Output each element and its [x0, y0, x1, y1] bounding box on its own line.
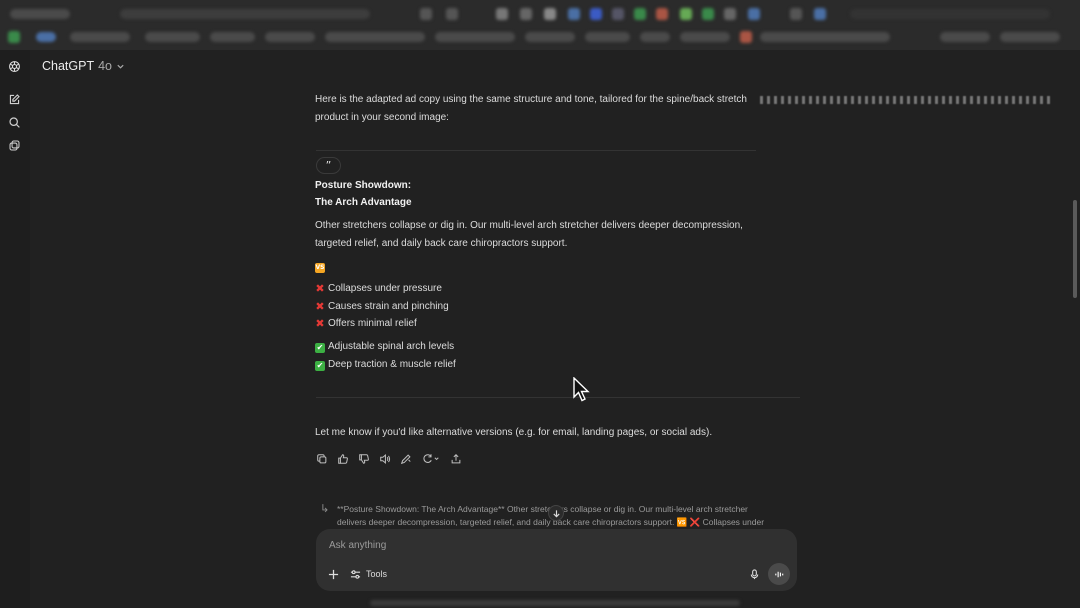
- vs-emoji-icon: VS: [315, 263, 325, 273]
- thumbs-up-icon[interactable]: [336, 452, 350, 466]
- pros-list: ✔ Adjustable spinal arch levels ✔ Deep tra…: [315, 338, 456, 373]
- read-aloud-icon[interactable]: [378, 452, 392, 466]
- arrow-down-icon: [552, 509, 560, 517]
- composer: Tools: [316, 529, 797, 591]
- list-item-text: Adjustable spinal arch levels: [328, 341, 455, 352]
- divider: [316, 397, 800, 398]
- browser-tab-bar: [0, 4, 1080, 24]
- closing-text: Let me know if you'd like alternative ve…: [315, 427, 713, 438]
- vs-line: VS: [315, 257, 328, 275]
- browser-chrome: [0, 0, 1080, 50]
- footer-disclaimer: [370, 600, 740, 606]
- ad-body: Other stretchers collapse or dig in. Our…: [315, 217, 775, 252]
- chevron-down-icon: [117, 64, 124, 69]
- new-chat-icon[interactable]: [7, 92, 22, 107]
- list-item: ✖ Offers minimal relief: [315, 315, 449, 333]
- intro-line-2: product in your second image:: [315, 111, 449, 123]
- headline-1: Posture Showdown:: [315, 180, 412, 191]
- reply-arrow-icon: ↳: [320, 502, 330, 515]
- suggestion-line-1: **Posture Showdown: The Arch Advantage**…: [337, 504, 748, 514]
- ad-body-line-2: targeted relief, and daily back care chi…: [315, 237, 568, 249]
- list-item-text: Causes strain and pinching: [328, 300, 449, 312]
- model-selector[interactable]: ChatGPT 4o: [42, 59, 125, 73]
- edit-icon[interactable]: [399, 452, 413, 466]
- cross-mark-icon: ✖: [315, 317, 325, 330]
- voice-mode-button[interactable]: [768, 563, 790, 585]
- list-item-text: Deep traction & muscle relief: [328, 358, 456, 370]
- intro-truncated-text: [760, 96, 1050, 104]
- list-item: ✔ Adjustable spinal arch levels: [315, 338, 456, 356]
- list-item-text: Collapses under pressure: [328, 283, 442, 294]
- check-mark-icon: ✔: [315, 360, 325, 371]
- microphone-icon: [750, 568, 758, 579]
- add-attachment-button[interactable]: [326, 567, 340, 581]
- thumbs-down-icon[interactable]: [357, 452, 371, 466]
- model-name: ChatGPT: [42, 59, 95, 73]
- sidebar: [0, 50, 30, 608]
- scroll-to-bottom-button[interactable]: [548, 505, 564, 521]
- divider: [316, 150, 756, 151]
- cross-mark-icon: ✖: [315, 282, 325, 295]
- tools-label: Tools: [366, 569, 388, 579]
- plus-icon: [328, 569, 338, 579]
- quoted-suggestion[interactable]: **Posture Showdown: The Arch Advantage**…: [337, 503, 797, 529]
- library-icon[interactable]: [7, 138, 22, 153]
- list-item: ✖ Collapses under pressure: [315, 280, 449, 298]
- copy-icon[interactable]: [315, 452, 329, 466]
- message-actions: [315, 452, 463, 466]
- tools-button[interactable]: Tools: [350, 567, 387, 581]
- share-icon[interactable]: [449, 452, 463, 466]
- suggestion-line-2: delivers deeper decompression, targeted …: [337, 517, 765, 527]
- quote-icon: ”: [316, 157, 341, 174]
- search-icon[interactable]: [7, 115, 22, 130]
- chatgpt-logo-icon[interactable]: [7, 59, 22, 74]
- chat-input[interactable]: [329, 540, 769, 551]
- headline-2: The Arch Advantage: [315, 197, 412, 208]
- sliders-icon: [350, 569, 361, 579]
- ad-body-line-1: Other stretchers collapse or dig in. Our…: [315, 220, 743, 231]
- list-item: ✔ Deep traction & muscle relief: [315, 356, 456, 374]
- scrollbar[interactable]: [1073, 200, 1077, 298]
- list-item-text: Offers minimal relief: [328, 318, 417, 329]
- list-item: ✖ Causes strain and pinching: [315, 298, 449, 316]
- model-version: 4o: [98, 59, 113, 73]
- mouse-cursor-icon: [573, 377, 590, 402]
- check-mark-icon: ✔: [315, 343, 325, 353]
- cross-mark-icon: ✖: [315, 299, 325, 313]
- cons-list: ✖ Collapses under pressure ✖ Causes strain…: [315, 280, 449, 333]
- voice-waveform-icon: [774, 571, 783, 577]
- regenerate-icon[interactable]: [420, 452, 442, 466]
- bookmarks-bar: [0, 27, 1080, 47]
- microphone-button[interactable]: [747, 567, 761, 581]
